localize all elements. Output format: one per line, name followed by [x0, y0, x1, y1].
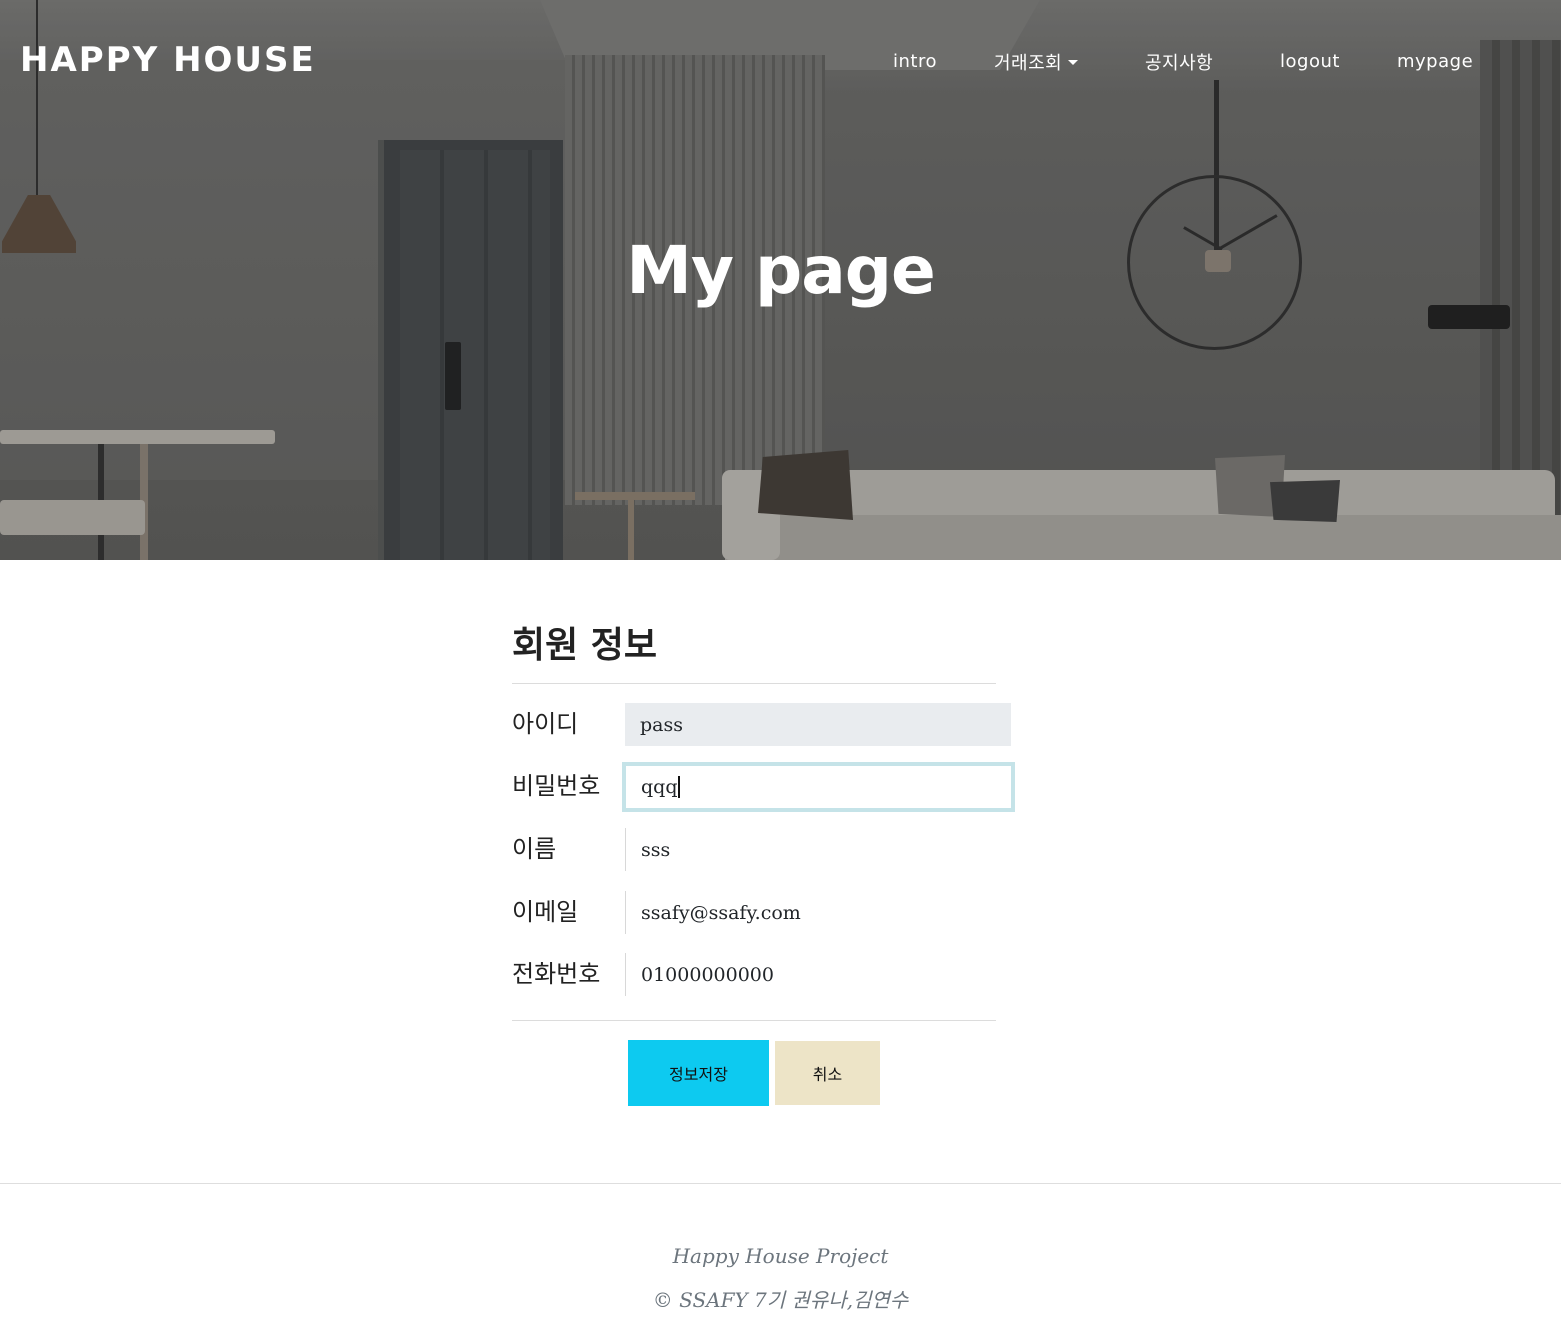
nav-item-mypage[interactable]: mypage: [1397, 51, 1473, 72]
password-field[interactable]: qqq: [622, 762, 1015, 812]
page-title: My page: [626, 232, 935, 309]
footer-copyright: © SSAFY 7기 권유나,김연수: [652, 1288, 909, 1312]
nav-item-intro[interactable]: intro: [893, 51, 937, 72]
divider: [512, 1020, 996, 1021]
footer-project: Happy House Project: [672, 1244, 889, 1268]
email-field[interactable]: ssafy@ssafy.com: [625, 891, 995, 934]
id-field-value: pass: [640, 713, 683, 736]
footer-divider: [0, 1183, 1561, 1184]
divider: [512, 683, 996, 684]
nav-item-notice[interactable]: 공지사항: [1145, 49, 1213, 75]
label-password: 비밀번호: [512, 772, 601, 800]
nav-item-label: 거래조회: [994, 53, 1063, 74]
text-cursor: [677, 776, 680, 798]
label-id: 아이디: [512, 710, 579, 738]
name-field-value: sss: [641, 838, 671, 861]
label-email: 이메일: [512, 898, 579, 926]
phone-field-value: 01000000000: [641, 963, 774, 986]
caret-down-icon: [1068, 59, 1079, 65]
nav-item-transactions[interactable]: 거래조회: [994, 49, 1079, 75]
cancel-button[interactable]: 취소: [775, 1041, 880, 1105]
brand-logo[interactable]: HAPPY HOUSE: [20, 40, 316, 80]
name-field[interactable]: sss: [625, 828, 995, 871]
phone-field[interactable]: 01000000000: [625, 953, 995, 996]
id-field: pass: [625, 703, 1011, 746]
form-title: 회원 정보: [512, 625, 658, 666]
password-field-value: qqq: [641, 776, 678, 798]
label-name: 이름: [512, 835, 557, 863]
save-button[interactable]: 정보저장: [628, 1040, 769, 1106]
email-field-value: ssafy@ssafy.com: [641, 901, 801, 924]
label-phone: 전화번호: [512, 960, 601, 988]
nav-item-logout[interactable]: logout: [1280, 51, 1340, 72]
hero-banner: HAPPY HOUSE intro 거래조회 공지사항 logout mypag…: [0, 0, 1561, 560]
